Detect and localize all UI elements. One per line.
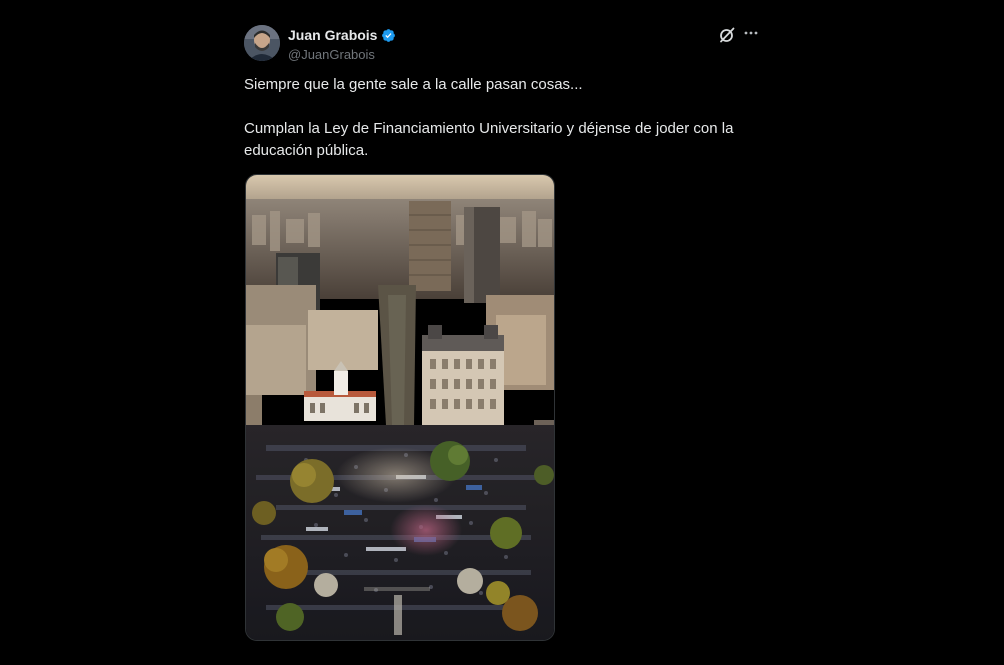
verified-badge-icon[interactable] bbox=[381, 28, 396, 43]
author-info: Juan Grabois @JuanGrabois bbox=[288, 26, 396, 62]
tweet-photo[interactable] bbox=[245, 174, 555, 641]
author-display-name[interactable]: Juan Grabois bbox=[288, 27, 377, 43]
author-handle[interactable]: @JuanGrabois bbox=[288, 47, 396, 62]
tweet[interactable]: Juan Grabois @JuanGrabois Siempre que la… bbox=[244, 24, 764, 641]
avatar[interactable] bbox=[244, 25, 280, 61]
tweet-header: Juan Grabois @JuanGrabois bbox=[244, 24, 764, 64]
aerial-crowd-photo bbox=[246, 175, 554, 640]
tweet-text-line-1: Siempre que la gente sale a la calle pas… bbox=[244, 76, 583, 93]
more-options-icon[interactable] bbox=[742, 24, 760, 44]
tweet-text-line-2: Cumplan la Ley de Financiamiento Univers… bbox=[244, 120, 734, 159]
page: Juan Grabois @JuanGrabois Siempre que la… bbox=[0, 0, 1004, 665]
tweet-text: Siempre que la gente sale a la calle pas… bbox=[244, 74, 764, 162]
grok-icon[interactable] bbox=[718, 26, 736, 44]
name-row: Juan Grabois bbox=[288, 26, 396, 44]
avatar-image bbox=[244, 25, 280, 61]
